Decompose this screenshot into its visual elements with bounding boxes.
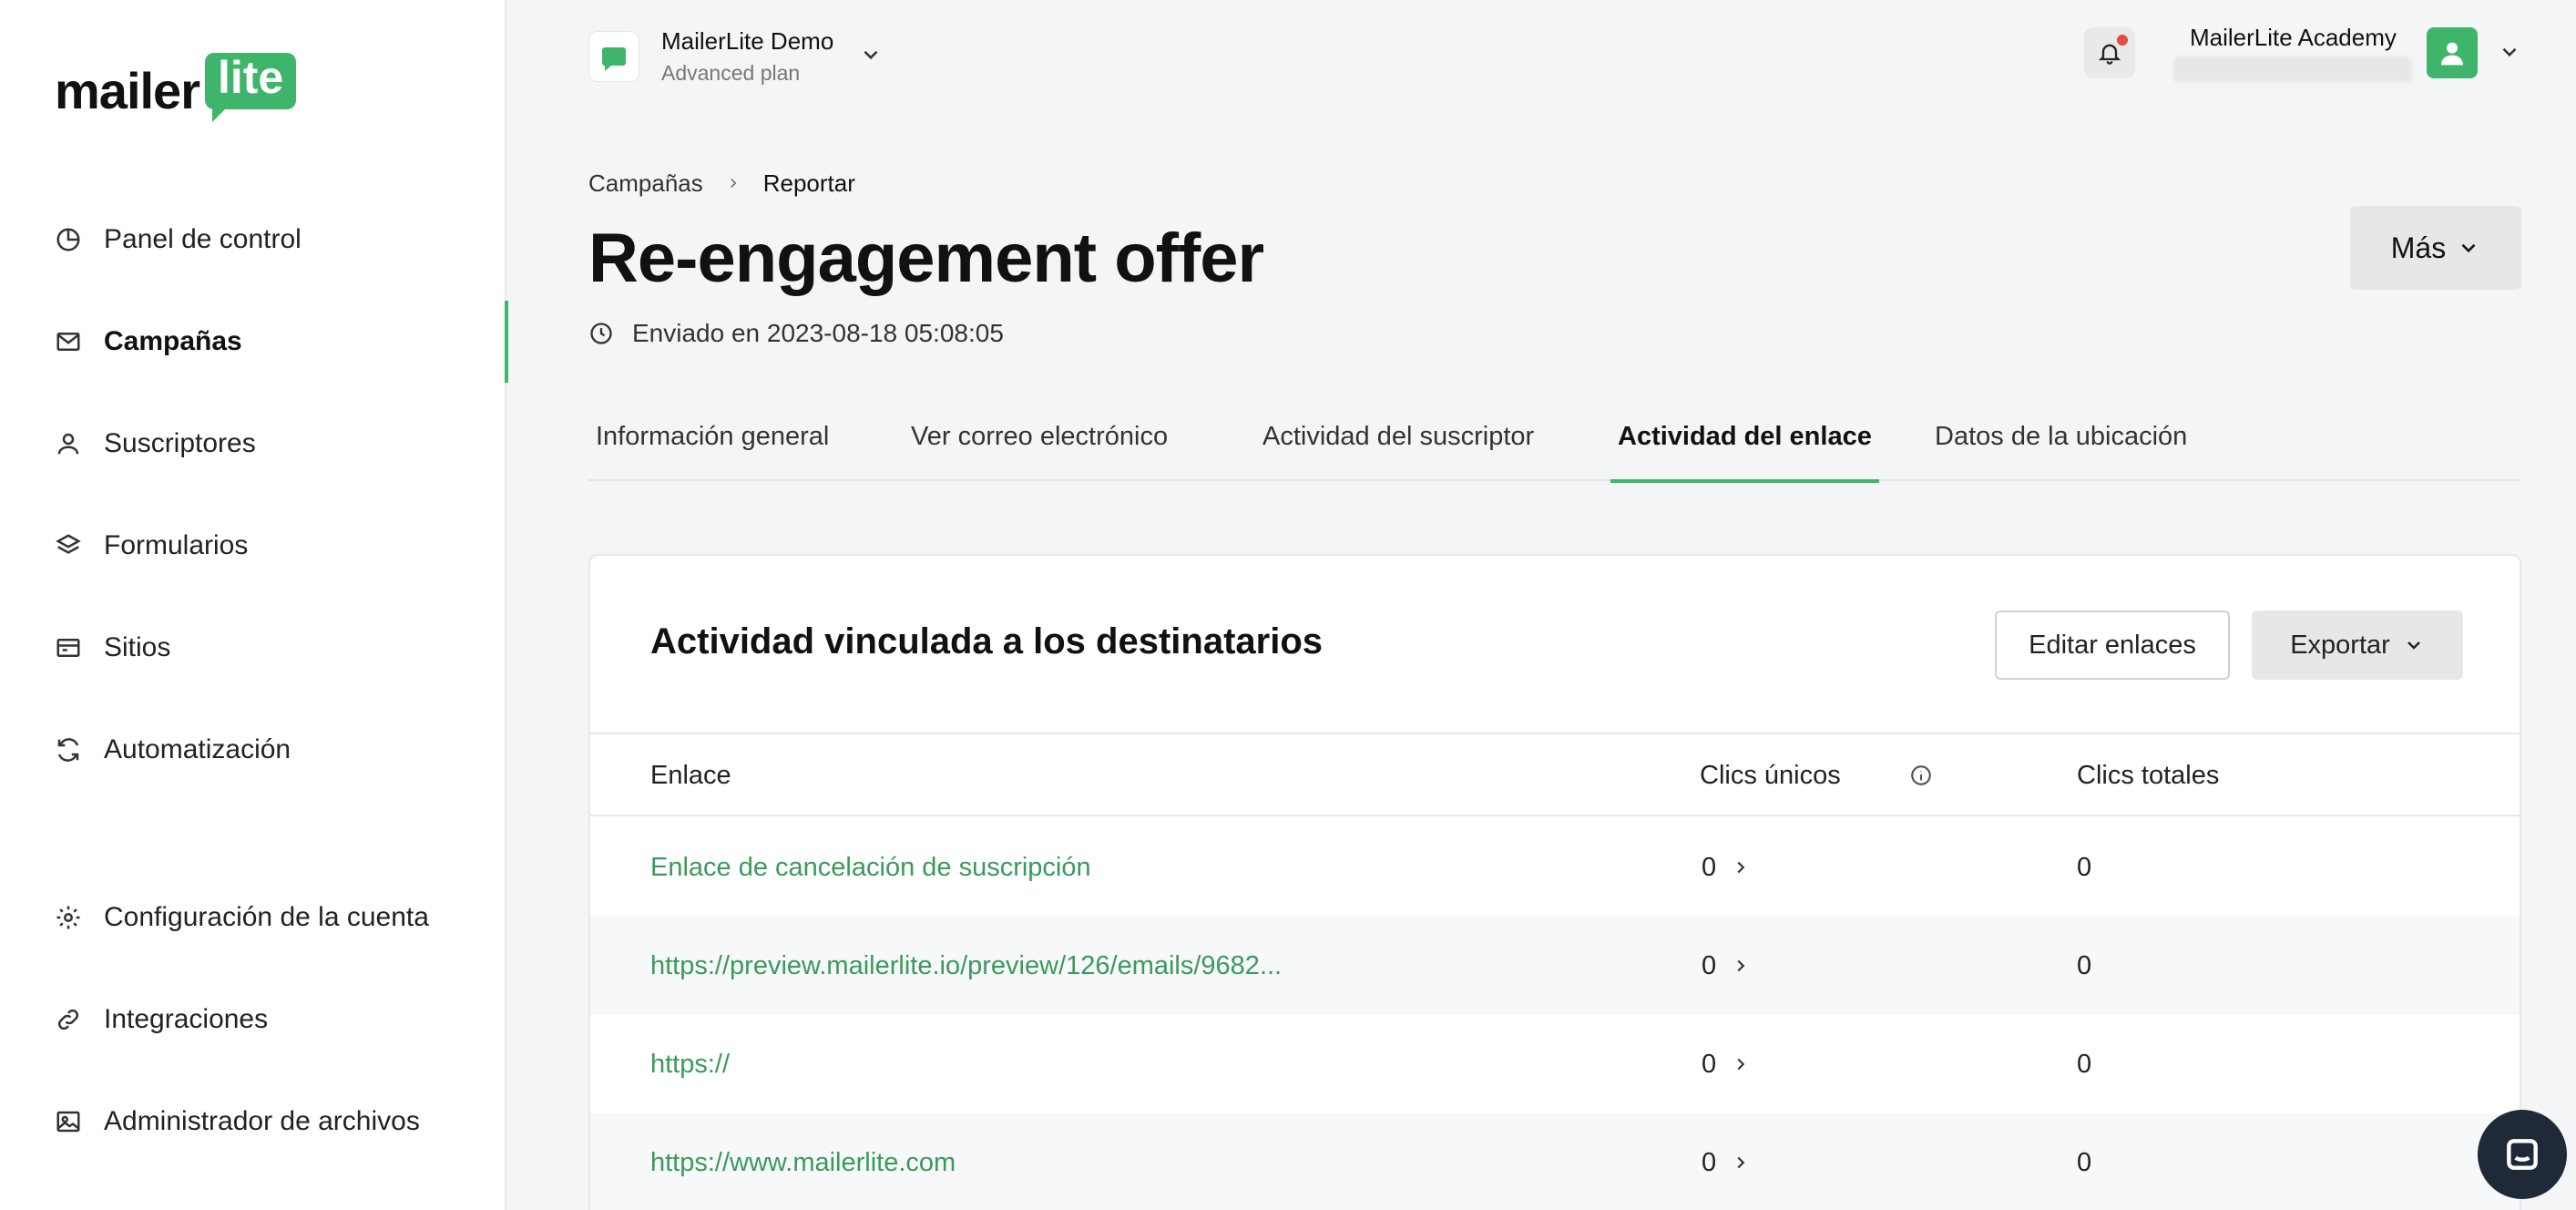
workspace-switcher[interactable]: MailerLite Demo Advanced plan (588, 27, 883, 86)
user-email-redacted (2173, 56, 2412, 82)
mailerlite-logo[interactable]: mailer lite (55, 53, 297, 122)
total-clicks-cell: 0 (2077, 1049, 2092, 1079)
sidebar-item-integraciones[interactable]: Integraciones (0, 979, 506, 1061)
chevron-down-icon (2461, 243, 2476, 253)
sidebar-item-panel-de-control[interactable]: Panel de control (0, 199, 506, 281)
column-enlace: Enlace (650, 760, 731, 790)
link-cell[interactable]: Enlace de cancelación de suscripción (650, 818, 1091, 917)
tab-actividad-suscriptor[interactable]: Actividad del suscriptor (1255, 392, 1541, 481)
info-icon[interactable] (1909, 734, 1933, 816)
sent-date: Enviado en 2023-08-18 05:08:05 (588, 319, 1004, 348)
sidebar-item-label: Sitios (104, 632, 171, 662)
sidebar-item-label: Administrador de archivos (104, 1106, 420, 1136)
workspace-plan: Advanced plan (661, 61, 801, 85)
total-clicks-cell: 0 (2077, 852, 2092, 882)
unique-clicks-cell[interactable]: 0 (1702, 1015, 1751, 1113)
refresh-icon (55, 736, 82, 764)
breadcrumb-campanas[interactable]: Campañas (588, 169, 703, 198)
chevron-down-icon (859, 43, 883, 71)
sent-date-text: Enviado en 2023-08-18 05:08:05 (632, 319, 1004, 347)
breadcrumb: Campañas Reportar (588, 169, 855, 198)
tab-actividad-enlace[interactable]: Actividad del enlace (1610, 392, 1879, 483)
sidebar-item-automatizacion[interactable]: Automatización (0, 709, 506, 791)
browser-icon (55, 634, 82, 661)
pie-chart-icon (55, 226, 82, 253)
report-tabs: Información general Ver correo electróni… (588, 392, 2521, 483)
total-clicks-cell: 0 (2077, 950, 2092, 980)
sidebar-item-sitios[interactable]: Sitios (0, 607, 506, 689)
logo-text: mailer (55, 62, 200, 119)
user-avatar-icon (2441, 42, 2463, 66)
sidebar-item-label: Configuración de la cuenta (104, 902, 429, 932)
tab-ver-correo[interactable]: Ver correo electrónico (904, 392, 1175, 481)
table-header: Enlace Clics únicos Clics totales (590, 733, 2520, 816)
edit-links-button[interactable]: Editar enlaces (1995, 610, 2230, 680)
sidebar-item-label: Panel de control (104, 224, 302, 254)
sidebar-item-label: Formularios (104, 530, 249, 560)
sidebar: mailer lite Panel de control Campañas Su… (0, 0, 508, 1210)
chevron-down-icon (2407, 641, 2420, 650)
export-button[interactable]: Exportar (2252, 610, 2463, 680)
link-cell[interactable]: https://preview.mailerlite.io/preview/12… (650, 917, 1282, 1015)
chevron-right-icon (1737, 1058, 1745, 1071)
unique-clicks-value: 0 (1702, 1147, 1717, 1177)
total-clicks-cell: 0 (2077, 1147, 2092, 1177)
breadcrumb-current: Reportar (762, 169, 855, 197)
unique-clicks-value: 0 (1702, 950, 1717, 980)
user-menu-chevron-icon[interactable] (2498, 40, 2521, 68)
notification-dot (2117, 35, 2128, 46)
column-clics-unicos: Clics únicos (1700, 760, 1841, 790)
column-clics-totales: Clics totales (2077, 760, 2220, 790)
user-icon (55, 430, 82, 457)
unique-clicks-cell[interactable]: 0 (1702, 1113, 1751, 1210)
mail-icon (55, 328, 82, 355)
chevron-right-icon (725, 169, 741, 198)
sidebar-item-campanas[interactable]: Campañas (0, 301, 508, 383)
chat-launcher-button[interactable] (2478, 1110, 2567, 1199)
link-activity-card: Actividad vinculada a los destinatarios … (588, 554, 2521, 1210)
link-icon (55, 1006, 82, 1033)
sidebar-item-label: Suscriptores (104, 428, 256, 458)
table-row: https:// 0 0 (590, 1015, 2520, 1113)
layers-icon (55, 532, 82, 559)
image-icon (55, 1108, 82, 1135)
sidebar-item-formularios[interactable]: Formularios (0, 505, 506, 587)
tab-datos-ubicacion[interactable]: Datos de la ubicación (1927, 392, 2194, 481)
tab-informacion-general[interactable]: Información general (588, 392, 836, 481)
user-name[interactable]: MailerLite Academy (2190, 24, 2397, 52)
clock-icon (590, 323, 612, 344)
table-row: https://preview.mailerlite.io/preview/12… (590, 917, 2520, 1015)
more-button[interactable]: Más (2350, 206, 2521, 290)
chevron-right-icon (1737, 959, 1745, 972)
unique-clicks-cell[interactable]: 0 (1702, 818, 1751, 917)
notifications-button[interactable] (2084, 27, 2135, 78)
sidebar-item-archivos[interactable]: Administrador de archivos (0, 1081, 506, 1163)
link-cell[interactable]: https:// (650, 1015, 730, 1113)
chat-icon (2507, 1139, 2538, 1170)
more-button-label: Más (2390, 231, 2447, 264)
workspace-name: MailerLite Demo (661, 27, 834, 55)
sidebar-item-configuracion[interactable]: Configuración de la cuenta (0, 877, 506, 959)
sidebar-item-label: Integraciones (104, 1004, 269, 1034)
avatar[interactable] (2427, 27, 2478, 78)
unique-clicks-cell[interactable]: 0 (1702, 917, 1751, 1015)
chevron-right-icon (1737, 861, 1745, 874)
sidebar-item-label: Campañas (104, 326, 242, 356)
gear-icon (55, 904, 82, 931)
link-cell[interactable]: https://www.mailerlite.com (650, 1113, 956, 1210)
chevron-right-icon (1737, 1156, 1745, 1169)
card-title: Actividad vinculada a los destinatarios (650, 621, 1324, 661)
logo-badge: lite (205, 53, 297, 122)
sidebar-item-suscriptores[interactable]: Suscriptores (0, 403, 506, 485)
unique-clicks-value: 0 (1702, 852, 1717, 882)
export-button-label: Exportar (2290, 630, 2390, 660)
page-title: Re-engagement offer (588, 220, 1264, 297)
workspace-icon (588, 31, 639, 82)
unique-clicks-value: 0 (1702, 1049, 1717, 1079)
sidebar-item-label: Automatización (104, 734, 291, 764)
table-row: https://www.mailerlite.com 0 0 (590, 1113, 2520, 1210)
table-row: Enlace de cancelación de suscripción 0 0 (590, 818, 2520, 917)
